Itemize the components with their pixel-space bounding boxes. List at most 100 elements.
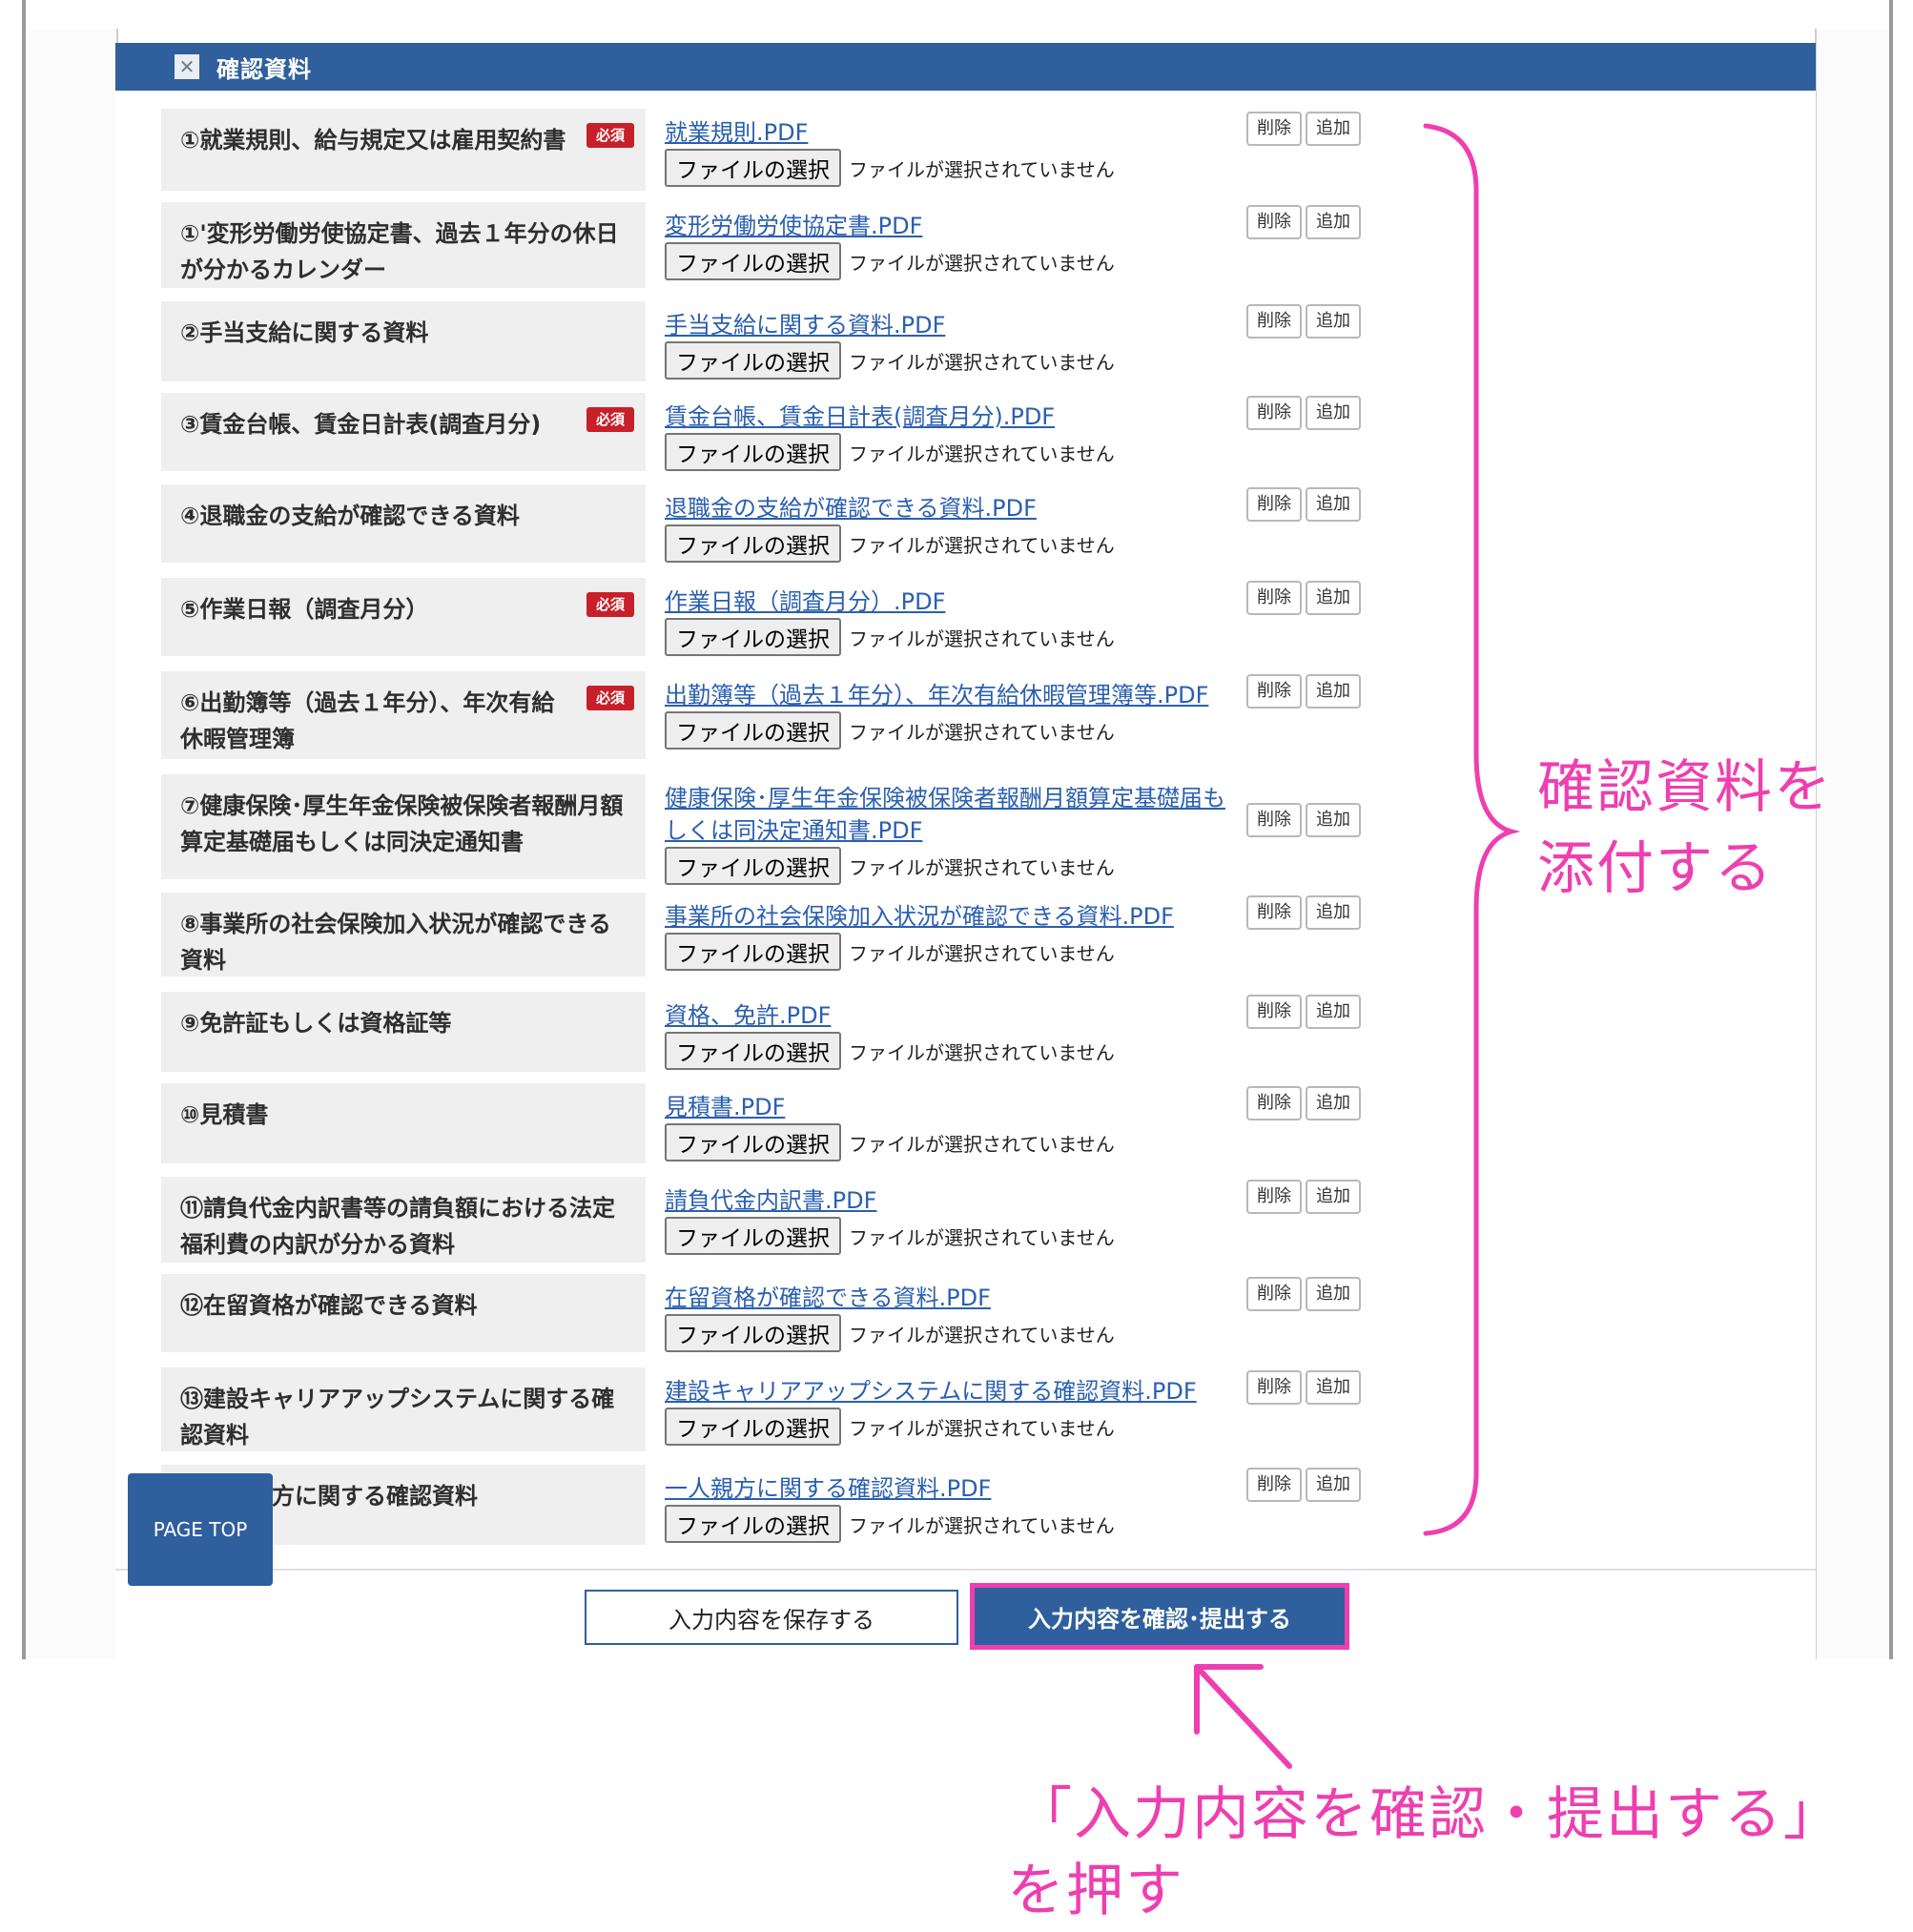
attachment-row: ⑭一人親方に関する確認資料 一人親方に関する確認資料.PDF ファイルの選択 ファイル…	[115, 1465, 1816, 1545]
attachment-row: ⑥出勤簿等（過去１年分）、年次有給休暇管理簿 必須 出勤簿等（過去１年分）、年次有給…	[115, 671, 1816, 759]
no-file-selected-text: ファイルが選択されていません	[849, 1040, 1115, 1064]
uploaded-file-link[interactable]: 在留資格が確認できる資料.PDF	[665, 1282, 1237, 1314]
delete-button[interactable]: 削除	[1246, 1277, 1302, 1311]
delete-button[interactable]: 削除	[1246, 581, 1302, 615]
add-button[interactable]: 追加	[1306, 674, 1361, 709]
annotation-arrow-shaft	[1194, 1664, 1292, 1769]
attachment-row: ⑪請負代金内訳書等の請負額における法定福利費の内訳が分かる資料 請負代金内訳書.P…	[115, 1177, 1816, 1263]
choose-file-button[interactable]: ファイルの選択	[665, 618, 841, 656]
attachment-label: ⑪請負代金内訳書等の請負額における法定福利費の内訳が分かる資料	[161, 1177, 646, 1263]
no-file-selected-text: ファイルが選択されていません	[849, 1225, 1115, 1249]
uploaded-file-link[interactable]: 変形労働労使協定書.PDF	[665, 210, 1237, 242]
add-button[interactable]: 追加	[1306, 205, 1361, 239]
delete-button[interactable]: 削除	[1246, 1180, 1302, 1214]
delete-button[interactable]: 削除	[1246, 803, 1302, 837]
add-button[interactable]: 追加	[1306, 1468, 1361, 1502]
uploaded-file-link[interactable]: 請負代金内訳書.PDF	[665, 1184, 1237, 1217]
attachment-row: ⑩見積書 見積書.PDF ファイルの選択 ファイルが選択されていません 削除 追加	[115, 1083, 1816, 1163]
add-button[interactable]: 追加	[1306, 1180, 1361, 1214]
uploaded-file-link[interactable]: 建設キャリアアップシステムに関する確認資料.PDF	[665, 1375, 1237, 1408]
add-button[interactable]: 追加	[1306, 487, 1361, 522]
annotation-brace-note-line2: 添付する	[1537, 835, 1774, 902]
delete-button[interactable]: 削除	[1246, 895, 1302, 930]
uploaded-file-link[interactable]: 就業規則.PDF	[665, 116, 1237, 149]
uploaded-file-link[interactable]: 手当支給に関する資料.PDF	[665, 309, 1237, 341]
no-file-selected-text: ファイルが選択されていません	[849, 533, 1115, 557]
close-icon[interactable]: ✕	[175, 54, 199, 79]
add-button[interactable]: 追加	[1306, 895, 1361, 930]
choose-file-button[interactable]: ファイルの選択	[665, 524, 841, 563]
uploaded-file-link[interactable]: 退職金の支給が確認できる資料.PDF	[665, 492, 1237, 524]
delete-button[interactable]: 削除	[1246, 487, 1302, 522]
delete-button[interactable]: 削除	[1246, 674, 1302, 709]
add-button[interactable]: 追加	[1306, 581, 1361, 615]
section-title: 確認資料	[216, 55, 312, 83]
choose-file-button[interactable]: ファイルの選択	[665, 1408, 841, 1446]
choose-file-button[interactable]: ファイルの選択	[665, 149, 841, 187]
no-file-selected-text: ファイルが選択されていません	[849, 251, 1115, 275]
choose-file-button[interactable]: ファイルの選択	[665, 242, 841, 280]
uploaded-file-link[interactable]: 健康保険･厚生年金保険被保険者報酬月額算定基礎届もしくは同決定通知書.PDF	[665, 782, 1237, 847]
choose-file-button[interactable]: ファイルの選択	[665, 711, 841, 750]
file-input: ファイルの選択 ファイルが選択されていません	[665, 149, 1115, 187]
attachment-label-text: ⑬建設キャリアアップシステムに関する確認資料	[180, 1386, 615, 1449]
choose-file-button[interactable]: ファイルの選択	[665, 1217, 841, 1255]
add-button[interactable]: 追加	[1306, 995, 1361, 1029]
choose-file-button[interactable]: ファイルの選択	[665, 1505, 841, 1543]
attachment-label: ⑩見積書	[161, 1083, 646, 1163]
delete-button[interactable]: 削除	[1246, 1468, 1302, 1502]
choose-file-button[interactable]: ファイルの選択	[665, 341, 841, 380]
add-button[interactable]: 追加	[1306, 1370, 1361, 1405]
uploaded-file-link[interactable]: 事業所の社会保険加入状況が確認できる資料.PDF	[665, 900, 1237, 933]
no-file-selected-text: ファイルが選択されていません	[849, 350, 1115, 374]
attachment-label: ③賃金台帳、賃金日計表(調査月分) 必須	[161, 393, 646, 471]
file-input: ファイルの選択 ファイルが選択されていません	[665, 618, 1115, 656]
delete-button[interactable]: 削除	[1246, 995, 1302, 1029]
choose-file-button[interactable]: ファイルの選択	[665, 847, 841, 885]
choose-file-button[interactable]: ファイルの選択	[665, 1314, 841, 1352]
uploaded-file-link[interactable]: 作業日報（調査月分）.PDF	[665, 586, 1237, 618]
choose-file-button[interactable]: ファイルの選択	[665, 433, 841, 471]
submit-button[interactable]: 入力内容を確認･提出する	[970, 1583, 1349, 1650]
add-button[interactable]: 追加	[1306, 396, 1361, 430]
delete-button[interactable]: 削除	[1246, 1086, 1302, 1120]
delete-button[interactable]: 削除	[1246, 112, 1302, 146]
delete-button[interactable]: 削除	[1246, 1370, 1302, 1405]
uploaded-file-link[interactable]: 賃金台帳、賃金日計表(調査月分).PDF	[665, 401, 1237, 433]
attachment-label: ⑤作業日報（調査月分） 必須	[161, 578, 646, 656]
no-file-selected-text: ファイルが選択されていません	[849, 1513, 1115, 1537]
page-top-button[interactable]: PAGE TOP	[128, 1473, 273, 1586]
file-input: ファイルの選択 ファイルが選択されていません	[665, 711, 1115, 750]
add-button[interactable]: 追加	[1306, 803, 1361, 837]
file-input: ファイルの選択 ファイルが選択されていません	[665, 1032, 1115, 1070]
annotation-submit-note-line1: 「入力内容を確認・提出する」	[1015, 1781, 1842, 1848]
uploaded-file-link[interactable]: 資格、免許.PDF	[665, 999, 1237, 1032]
attachment-label: ②手当支給に関する資料	[161, 301, 646, 381]
add-button[interactable]: 追加	[1306, 304, 1361, 339]
choose-file-button[interactable]: ファイルの選択	[665, 1123, 841, 1161]
add-button[interactable]: 追加	[1306, 112, 1361, 146]
save-button[interactable]: 入力内容を保存する	[585, 1590, 958, 1645]
choose-file-button[interactable]: ファイルの選択	[665, 1032, 841, 1070]
page-right-margin	[1815, 29, 1889, 1659]
delete-button[interactable]: 削除	[1246, 396, 1302, 430]
attachment-label-text: ③賃金台帳、賃金日計表(調査月分)	[180, 411, 542, 438]
no-file-selected-text: ファイルが選択されていません	[849, 442, 1115, 465]
uploaded-file-link[interactable]: 見積書.PDF	[665, 1091, 1237, 1123]
uploaded-file-link[interactable]: 出勤簿等（過去１年分）、年次有給休暇管理簿等.PDF	[665, 679, 1237, 711]
uploaded-file-link[interactable]: 一人親方に関する確認資料.PDF	[665, 1472, 1237, 1505]
attachment-label-text: ④退職金の支給が確認できる資料	[180, 503, 520, 529]
required-badge: 必須	[586, 592, 634, 617]
delete-button[interactable]: 削除	[1246, 304, 1302, 339]
attachment-label: ⑥出勤簿等（過去１年分）、年次有給休暇管理簿 必須	[161, 671, 646, 759]
delete-button[interactable]: 削除	[1246, 205, 1302, 239]
section-header: ✕ 確認資料	[115, 43, 1816, 91]
add-button[interactable]: 追加	[1306, 1086, 1361, 1120]
no-file-selected-text: ファイルが選択されていません	[849, 941, 1115, 965]
add-button[interactable]: 追加	[1306, 1277, 1361, 1311]
no-file-selected-text: ファイルが選択されていません	[849, 1132, 1115, 1156]
no-file-selected-text: ファイルが選択されていません	[849, 627, 1115, 650]
choose-file-button[interactable]: ファイルの選択	[665, 933, 841, 971]
attachment-label: ④退職金の支給が確認できる資料	[161, 484, 646, 563]
attachment-row: ①'変形労働労使協定書、過去１年分の休日が分かるカレンダー 変形労働労使協定書.P…	[115, 202, 1816, 288]
